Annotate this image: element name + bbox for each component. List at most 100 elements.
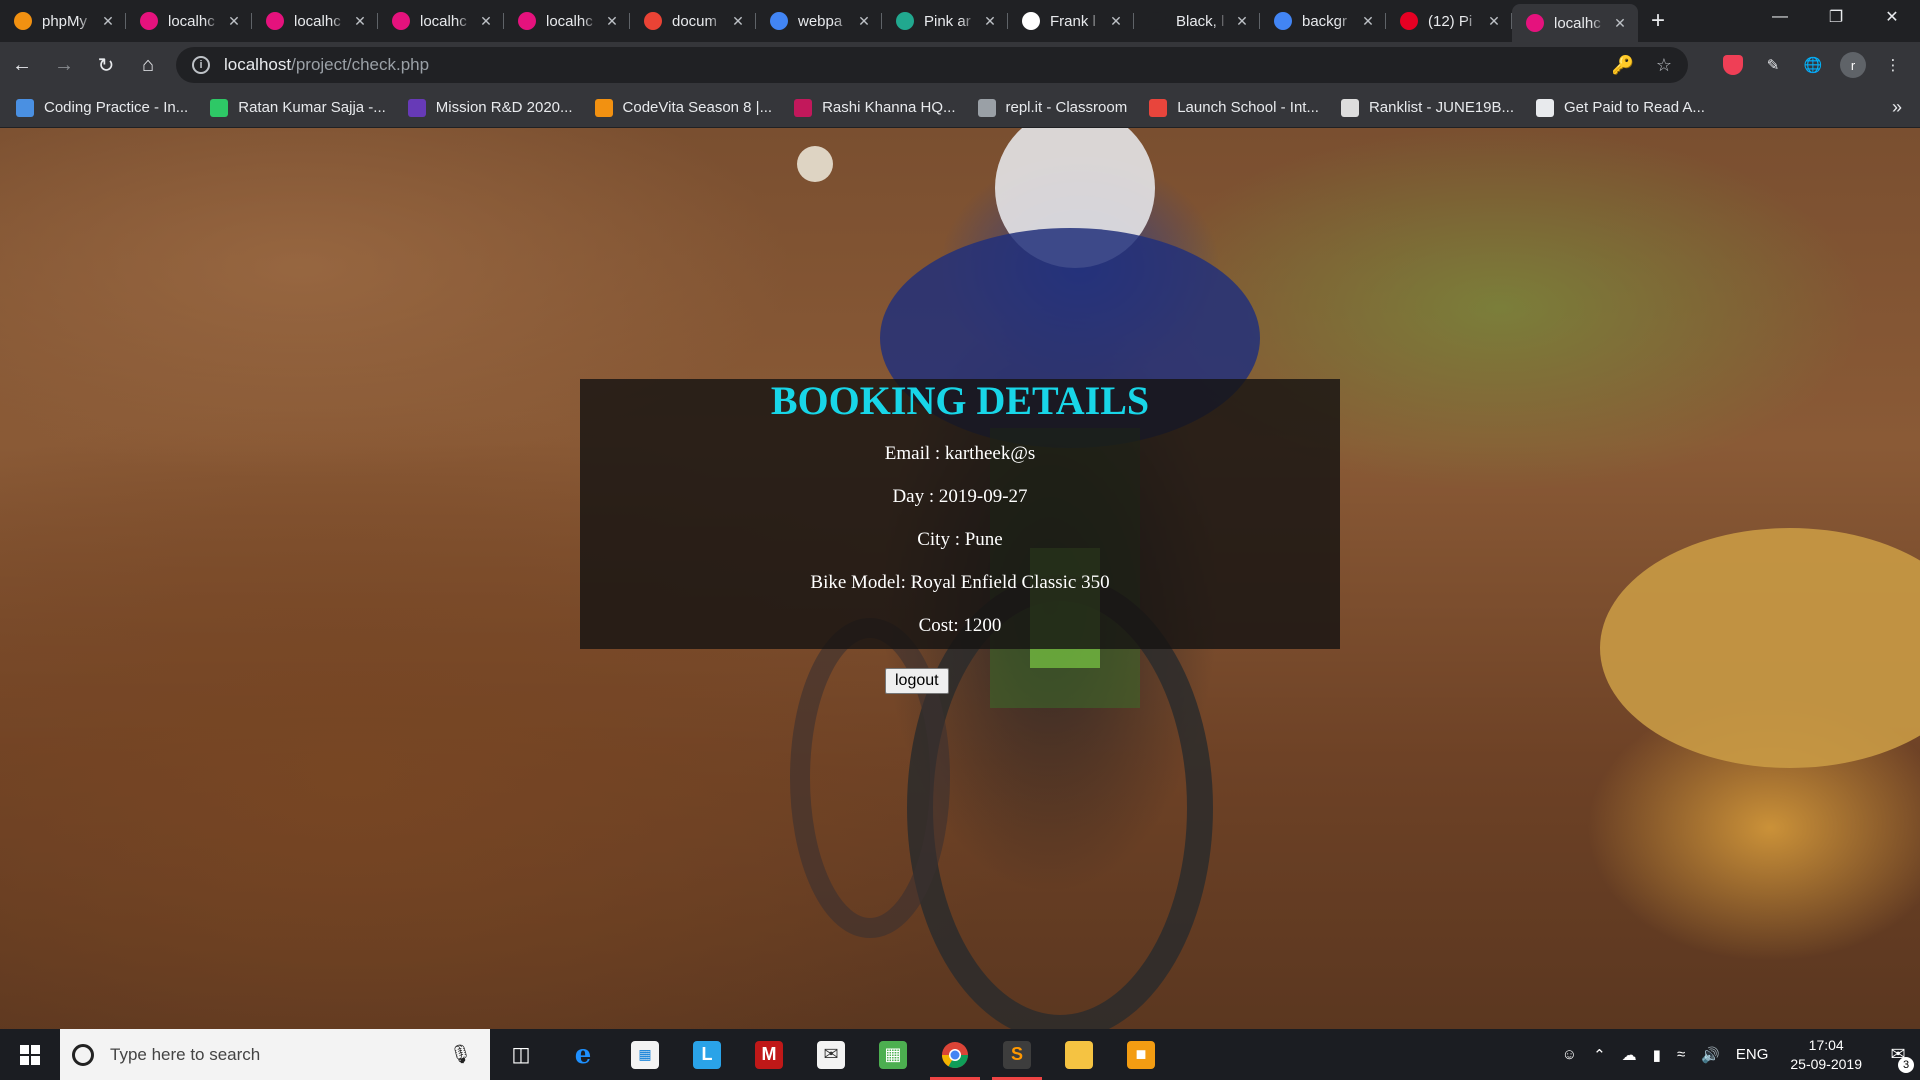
mcafee-taskbar-icon[interactable]: M [738,1029,800,1080]
l-app-taskbar-icon[interactable]: L [676,1029,738,1080]
bookmark-item[interactable]: CodeVita Season 8 |... [594,98,772,117]
bookmark-item[interactable]: Ratan Kumar Sajja -... [210,98,386,117]
launchschool-icon [1149,98,1168,117]
close-tab-icon[interactable]: ✕ [350,13,370,30]
back-button[interactable]: ← [2,45,42,85]
package-taskbar-icon[interactable]: ■ [1110,1029,1172,1080]
taskbar-search-box[interactable]: Type here to search 🎙 [60,1029,490,1080]
tab-title: localhc [168,12,215,30]
bookmark-label: Get Paid to Read A... [1564,99,1705,116]
task-view-button[interactable]: ◫ [490,1029,552,1080]
tab-5[interactable]: docum ✕ [630,4,756,38]
bookmark-label: Mission R&D 2020... [435,99,573,116]
bookmark-item[interactable]: Mission R&D 2020... [407,98,573,117]
logout-button[interactable]: logout [885,668,949,694]
tab-6[interactable]: webpa ✕ [756,4,882,38]
tab-title: Pink ar [924,12,971,30]
language-indicator[interactable]: ENG [1736,1046,1769,1063]
close-window-button[interactable]: ✕ [1864,0,1920,34]
close-tab-icon[interactable]: ✕ [602,13,622,30]
reload-button[interactable]: ↻ [86,45,126,85]
close-tab-icon[interactable]: ✕ [1484,13,1504,30]
bookmarks-overflow-icon[interactable]: » [1892,97,1902,118]
tab-2[interactable]: localhc ✕ [252,4,378,38]
bookmark-star-icon[interactable]: ☆ [1656,55,1672,76]
bookmark-item[interactable]: Ranklist - JUNE19B... [1340,98,1514,117]
tab-11[interactable]: (12) Pi ✕ [1386,4,1512,38]
blank-icon [1148,12,1166,30]
tab-8[interactable]: Frank l ✕ [1008,4,1134,38]
tab-12[interactable]: localhc ✕ [1512,4,1638,42]
booking-bike-model: Bike Model: Royal Enfield Classic 350 [810,572,1110,593]
codevita-icon [594,98,613,117]
maximize-button[interactable]: ❐ [1808,0,1864,34]
microphone-icon[interactable]: 🎙 [449,1044,472,1065]
tab-title: Black, l [1176,12,1225,30]
tab-7[interactable]: Pink ar ✕ [882,4,1008,38]
tab-3[interactable]: localhc ✕ [378,4,504,38]
close-tab-icon[interactable]: ✕ [980,13,1000,30]
sublime-taskbar-icon[interactable]: S [986,1029,1048,1080]
close-tab-icon[interactable]: ✕ [224,13,244,30]
bookmark-item[interactable]: Get Paid to Read A... [1536,98,1705,117]
replit-icon [977,98,996,117]
profile-avatar[interactable]: r [1838,50,1868,80]
localhost-icon [392,12,410,30]
edge-taskbar-icon[interactable]: e [552,1029,614,1080]
wifi-icon[interactable]: ≈ [1677,1046,1685,1063]
mail-taskbar-icon[interactable]: ✉ [800,1029,862,1080]
file-explorer-taskbar-icon[interactable] [1048,1029,1110,1080]
tray-expand-icon[interactable]: ⌃ [1593,1046,1606,1064]
close-tab-icon[interactable]: ✕ [1106,13,1126,30]
url-host: localhost [224,55,292,74]
new-tab-button[interactable]: + [1638,4,1678,38]
battery-icon[interactable]: ▮ [1653,1046,1661,1064]
spreadsheet-taskbar-icon[interactable]: ▦ [862,1029,924,1080]
people-icon[interactable]: ☺ [1562,1046,1577,1063]
rashi-icon [794,98,813,117]
close-tab-icon[interactable]: ✕ [98,13,118,30]
tab-title: webpa [798,12,843,30]
booking-email: Email : kartheek@s [884,443,1036,464]
bookmark-item[interactable]: repl.it - Classroom [977,98,1127,117]
action-center-icon[interactable]: ✉ 3 [1876,1044,1920,1073]
globe-extension-icon[interactable]: 🌐 [1798,50,1828,80]
tab-title: localhc [420,12,467,30]
key-icon[interactable]: 🔑 [1611,55,1633,76]
forms-icon [407,98,426,117]
close-tab-icon[interactable]: ✕ [1358,13,1378,30]
pocket-extension-icon[interactable] [1718,50,1748,80]
volume-icon[interactable]: 🔊 [1701,1046,1720,1064]
hay-bale [1600,528,1920,768]
home-button[interactable]: ⌂ [128,45,168,85]
chrome-taskbar-icon[interactable] [924,1029,986,1080]
address-bar[interactable]: i localhost/project/check.php 🔑 ☆ [176,47,1688,83]
site-info-icon[interactable]: i [192,56,210,74]
tab-title: Frank l [1050,12,1096,30]
forward-button[interactable]: → [44,45,84,85]
close-tab-icon[interactable]: ✕ [1232,13,1252,30]
bookmark-item[interactable]: Coding Practice - In... [16,98,189,117]
minimize-button[interactable]: — [1752,0,1808,34]
window-controls: — ❐ ✕ [1752,0,1920,34]
start-button[interactable] [0,1029,60,1080]
tab-9[interactable]: Black, l ✕ [1134,4,1260,38]
clock[interactable]: 17:04 25-09-2019 [1790,1036,1862,1074]
bookmark-item[interactable]: Rashi Khanna HQ... [794,98,956,117]
bookmark-label: Coding Practice - In... [44,99,189,116]
tab-0[interactable]: phpMy ✕ [0,4,126,38]
store-taskbar-icon[interactable]: ▦ [614,1029,676,1080]
menu-icon[interactable]: ⋮ [1878,50,1908,80]
bright-spot [797,146,833,182]
booking-details-card: BOOKING DETAILS Email : kartheek@s Day :… [580,379,1340,649]
close-tab-icon[interactable]: ✕ [728,13,748,30]
tab-1[interactable]: localhc ✕ [126,4,252,38]
close-tab-icon[interactable]: ✕ [854,13,874,30]
close-tab-icon[interactable]: ✕ [1610,15,1630,32]
tab-4[interactable]: localhc ✕ [504,4,630,38]
tab-10[interactable]: backgr ✕ [1260,4,1386,38]
bookmark-item[interactable]: Launch School - Int... [1149,98,1319,117]
onedrive-icon[interactable]: ☁ [1622,1046,1637,1064]
close-tab-icon[interactable]: ✕ [476,13,496,30]
pen-extension-icon[interactable]: ✎ [1758,50,1788,80]
